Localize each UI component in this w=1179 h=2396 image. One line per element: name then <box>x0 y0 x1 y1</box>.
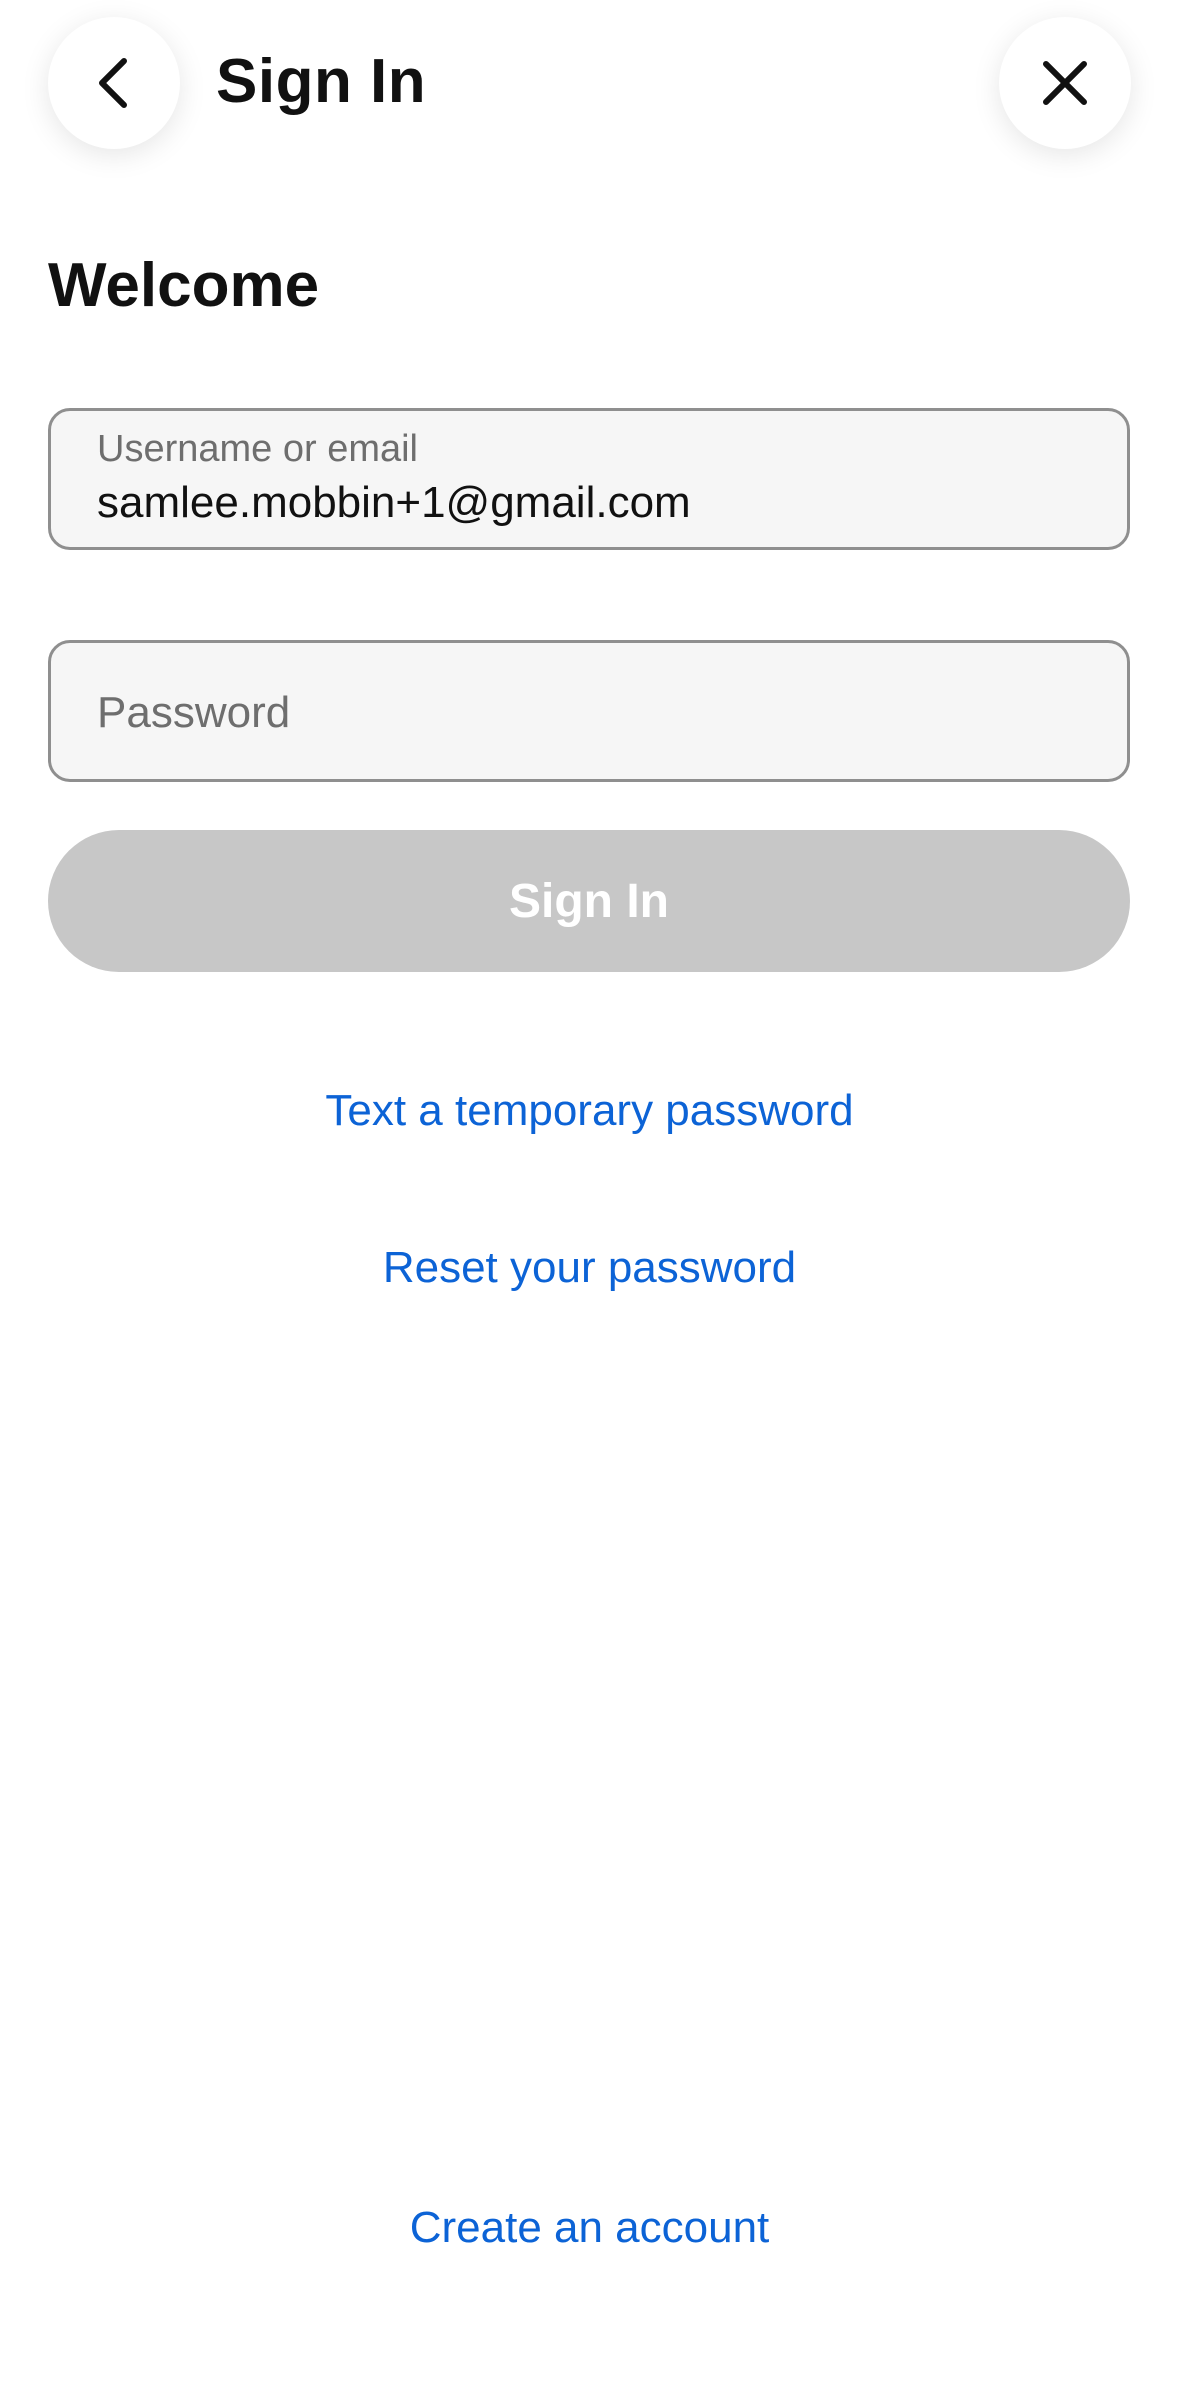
username-field[interactable]: Username or email samlee.mobbin+1@gmail.… <box>48 408 1130 550</box>
back-button[interactable] <box>48 17 180 149</box>
welcome-heading: Welcome <box>48 251 320 320</box>
close-button[interactable] <box>999 17 1131 149</box>
header: Sign In <box>0 0 1179 170</box>
create-account-link[interactable]: Create an account <box>0 2200 1179 2256</box>
chevron-left-icon <box>92 57 136 109</box>
password-placeholder: Password <box>97 688 291 737</box>
username-value[interactable]: samlee.mobbin+1@gmail.com <box>97 475 691 531</box>
close-icon <box>1041 59 1089 107</box>
page-title: Sign In <box>216 47 427 116</box>
reset-password-link[interactable]: Reset your password <box>0 1240 1179 1296</box>
password-field[interactable]: Password <box>48 640 1130 782</box>
username-label: Username or email <box>97 428 418 470</box>
sign-in-button[interactable]: Sign In <box>48 830 1130 972</box>
text-temporary-password-link[interactable]: Text a temporary password <box>0 1083 1179 1139</box>
